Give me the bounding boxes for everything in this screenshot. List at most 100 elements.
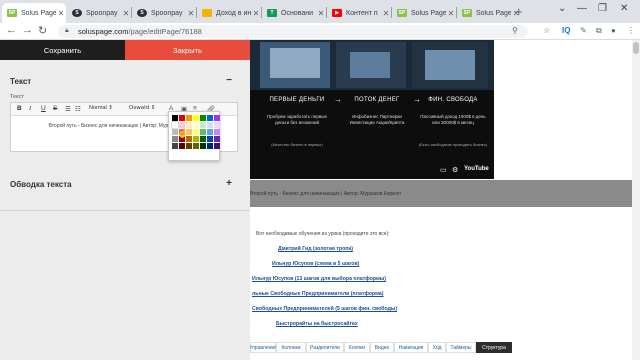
color-swatch[interactable] xyxy=(200,122,206,128)
close-icon[interactable]: ✕ xyxy=(316,9,326,18)
color-swatch[interactable] xyxy=(207,122,213,128)
close-button[interactable]: Закрыть xyxy=(125,40,250,60)
captions-icon[interactable]: ▭ xyxy=(440,166,447,174)
color-swatch[interactable] xyxy=(179,115,185,121)
color-swatch[interactable] xyxy=(193,136,199,142)
nav-item[interactable]: Навигация xyxy=(394,342,428,353)
link-item[interactable]: Свободных Предпринимателей (5 шагов фин.… xyxy=(252,306,397,312)
video-step-2: ПОТОК ДЕНЕГ xyxy=(354,97,400,103)
browser-tab-solus-active[interactable]: SP Solus Page ✕ xyxy=(2,3,66,23)
strike-button[interactable]: S xyxy=(53,105,57,112)
text-section-title: Текст xyxy=(10,77,32,86)
new-tab-icon[interactable]: + xyxy=(515,4,523,19)
browser-tab-solus-3[interactable]: SP Solus Page ✕ xyxy=(457,3,521,23)
menu-dots-icon[interactable]: ⋮ xyxy=(627,26,635,35)
list-icon[interactable]: ☰ xyxy=(65,105,71,113)
nav-item[interactable]: Таймеры xyxy=(446,342,476,353)
color-swatch[interactable] xyxy=(207,143,213,149)
close-icon[interactable]: ✕ xyxy=(186,9,196,18)
format-select[interactable]: Normal ⇕ xyxy=(89,105,113,111)
close-icon[interactable]: ✕ xyxy=(56,9,66,18)
nav-item[interactable]: Ход xyxy=(428,342,446,353)
link-item[interactable]: льные Свободные Предприниматели (платфор… xyxy=(252,291,384,297)
youtube-favicon: ▶ xyxy=(332,9,342,17)
search-icon[interactable]: ⚲ xyxy=(512,26,518,35)
color-swatch[interactable] xyxy=(214,122,220,128)
back-arrow-icon[interactable]: ← xyxy=(6,24,17,36)
youtube-logo[interactable]: YouTube xyxy=(464,166,489,172)
color-swatch[interactable] xyxy=(200,115,206,121)
color-swatch[interactable] xyxy=(207,129,213,135)
scrollbar-thumb[interactable] xyxy=(633,42,639,54)
color-swatch[interactable] xyxy=(200,129,206,135)
hand-cursor-icon: ☝ xyxy=(177,128,189,138)
expand-toggle[interactable]: + xyxy=(226,178,232,189)
save-button[interactable]: Сохранить xyxy=(0,40,125,60)
bold-button[interactable]: B xyxy=(17,105,22,112)
color-swatch[interactable] xyxy=(214,115,220,121)
browser-tab-strip: SP Solus Page ✕ S Spoonpay ✕ S Spoonpay … xyxy=(0,0,640,23)
puzzle-icon[interactable]: ⧉ xyxy=(596,26,602,36)
iq-extension-icon[interactable]: IQ xyxy=(562,26,570,35)
tab-label: Spoonpay xyxy=(86,9,118,17)
close-icon[interactable]: ✕ xyxy=(381,9,391,18)
tab-label: Solus Page xyxy=(476,9,511,17)
spoonpay-favicon: S xyxy=(72,9,82,17)
color-swatch[interactable] xyxy=(179,143,185,149)
extension-icon[interactable]: ✎ xyxy=(580,26,587,35)
underline-button[interactable]: U xyxy=(41,105,46,112)
browser-tab-spoonpay[interactable]: S Spoonpay ✕ xyxy=(67,3,131,23)
collapse-toggle[interactable]: − xyxy=(226,75,232,86)
nav-item[interactable]: Видео xyxy=(370,342,394,353)
color-swatch[interactable] xyxy=(186,115,192,121)
close-icon[interactable]: ✕ xyxy=(251,9,261,18)
url-field[interactable]: 🔒︎ soluspage.com/page/editPage/76188 xyxy=(58,25,528,38)
italic-button[interactable]: I xyxy=(29,105,31,112)
window-close-icon[interactable]: ✕ xyxy=(620,3,628,14)
font-select[interactable]: Oswald ⇕ xyxy=(129,105,155,111)
browser-tab-youtube[interactable]: ▶ Контент п ✕ xyxy=(327,3,391,23)
link-item[interactable]: Дмитрий Гид (золотая тропа) xyxy=(278,246,353,252)
color-swatch[interactable] xyxy=(200,136,206,142)
tab-label: Контент п xyxy=(346,9,378,17)
color-swatch[interactable] xyxy=(200,143,206,149)
color-swatch[interactable] xyxy=(207,115,213,121)
nav-item[interactable]: Управления xyxy=(250,342,277,353)
link-item[interactable]: Быстрорайты на быстросайтах xyxy=(276,321,358,327)
nav-item[interactable]: Кнопки xyxy=(344,342,370,353)
minimize-icon[interactable]: — xyxy=(577,3,587,14)
browser-tab-solus-2[interactable]: SP Solus Page ✕ xyxy=(392,3,456,23)
color-swatch[interactable] xyxy=(186,143,192,149)
reload-icon[interactable]: ↻ xyxy=(38,24,47,37)
color-swatch[interactable] xyxy=(172,143,178,149)
color-swatch[interactable] xyxy=(193,122,199,128)
embedded-video[interactable]: ПЕРВЫЕ ДЕНЬГИ → ПОТОК ДЕНЕГ → ФИН. СВОБО… xyxy=(250,40,494,179)
nav-item-active[interactable]: Структура xyxy=(476,342,512,353)
ordered-list-icon[interactable]: ☷ xyxy=(75,105,81,113)
gear-icon[interactable]: ⚙ xyxy=(452,166,458,174)
nav-item[interactable]: Колонки xyxy=(276,342,306,353)
color-swatch[interactable] xyxy=(172,115,178,121)
browser-tab-docs[interactable]: Доход в ин ✕ xyxy=(197,3,261,23)
tab-search-icon[interactable]: ⌄ xyxy=(558,3,566,14)
close-icon[interactable]: ✕ xyxy=(121,9,131,18)
star-icon[interactable]: ☆ xyxy=(543,26,550,35)
link-item[interactable]: Ильнур Юсупов (13 шагов для выбора платф… xyxy=(252,276,386,282)
color-swatch[interactable] xyxy=(193,143,199,149)
page-scrollbar[interactable] xyxy=(632,40,640,360)
color-swatch[interactable] xyxy=(214,129,220,135)
maximize-icon[interactable]: ❐ xyxy=(598,3,607,14)
link-item[interactable]: Ильнур Юсупов (схема в 5 шагов) xyxy=(272,261,359,267)
color-swatch[interactable] xyxy=(214,136,220,142)
profile-icon[interactable]: ● xyxy=(611,26,616,35)
color-swatch[interactable] xyxy=(214,143,220,149)
browser-tab-sheets[interactable]: T Основани ✕ xyxy=(262,3,326,23)
color-swatch[interactable] xyxy=(193,115,199,121)
forward-arrow-icon[interactable]: → xyxy=(22,24,33,36)
nav-item[interactable]: Разделители xyxy=(306,342,344,353)
browser-tab-spoonpay-2[interactable]: S Spoonpay ✕ xyxy=(132,3,196,23)
color-palette-popup xyxy=(168,111,220,161)
color-swatch[interactable] xyxy=(193,129,199,135)
color-swatch[interactable] xyxy=(207,136,213,142)
close-icon[interactable]: ✕ xyxy=(446,9,456,18)
